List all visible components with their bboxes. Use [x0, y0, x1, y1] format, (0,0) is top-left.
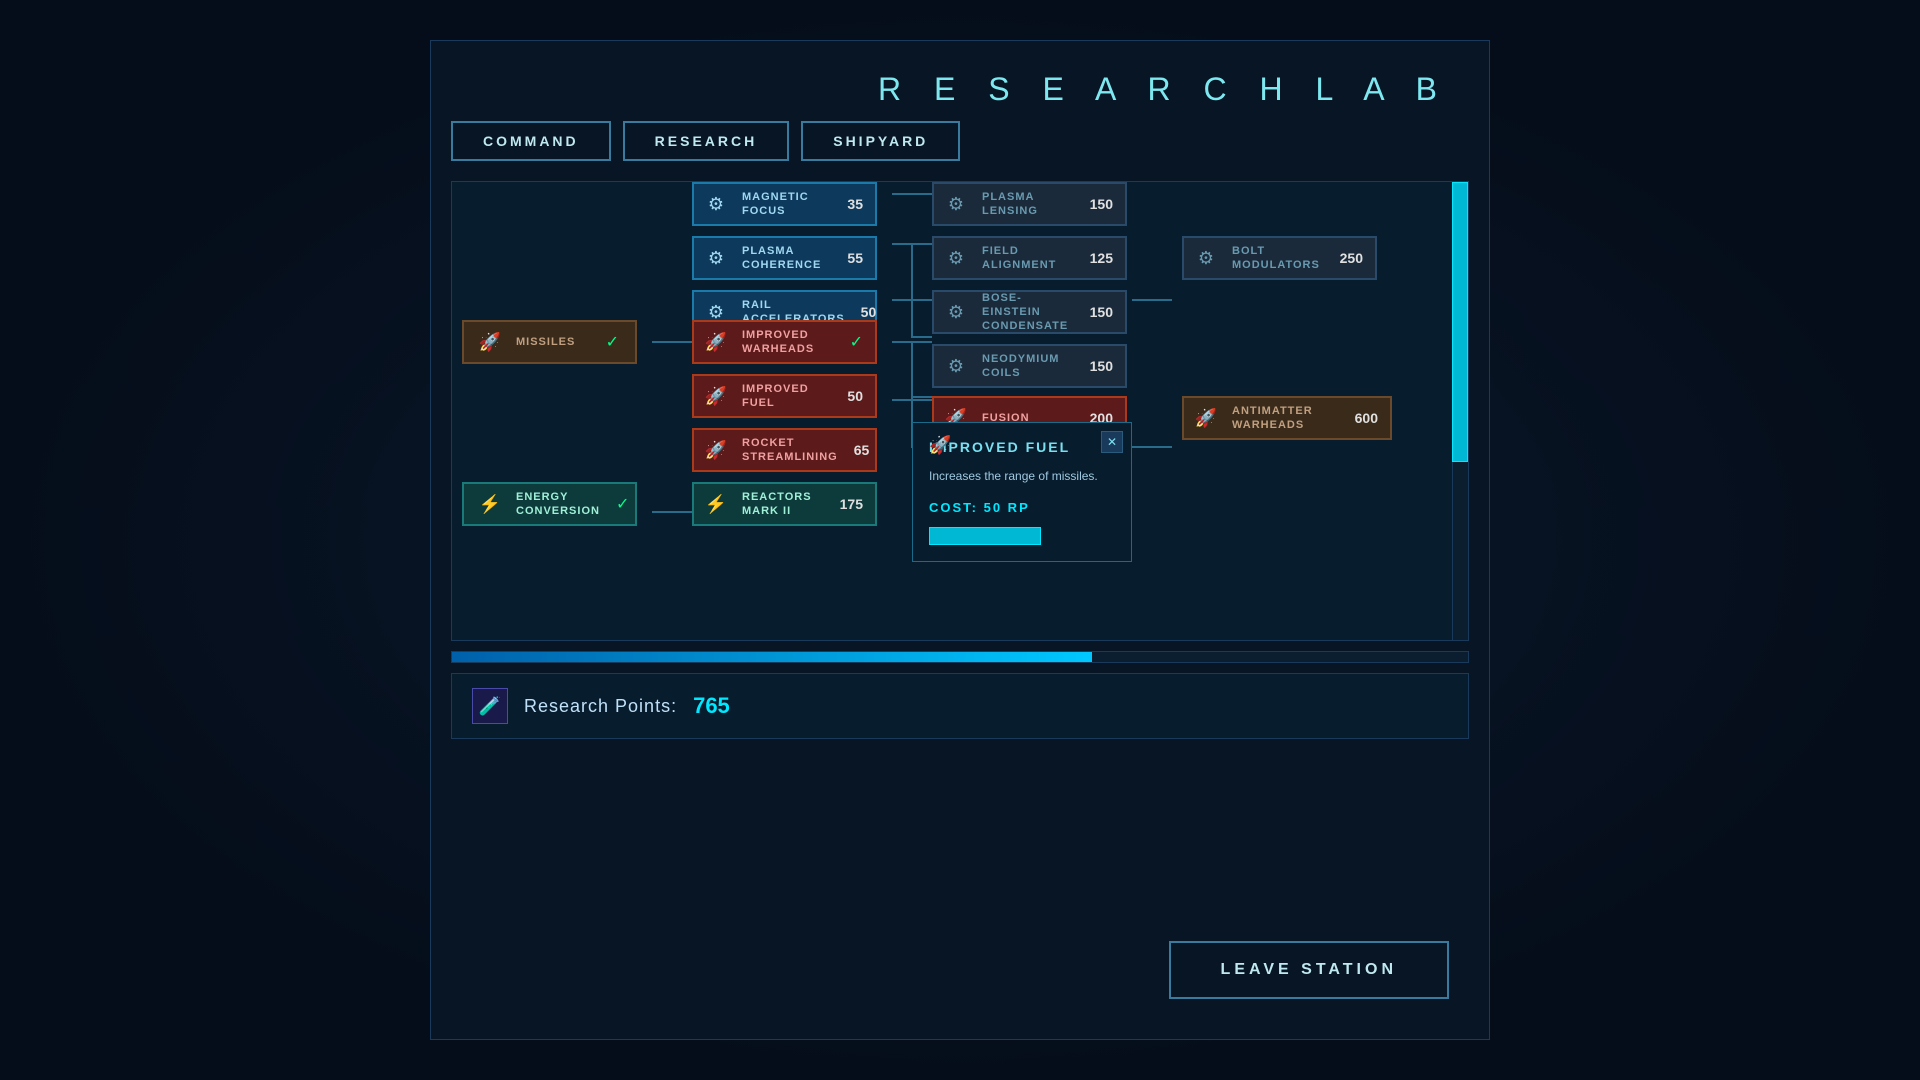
plasma-coherence-label: PLASMACOHERENCE [742, 244, 831, 273]
field-alignment-label: FIELDALIGNMENT [982, 244, 1074, 273]
research-points-label: Research Points: [524, 696, 677, 717]
antimatter-warheads-icon: 🚀 [1188, 400, 1224, 436]
tooltip-progress-bar [929, 527, 1041, 545]
tooltip-description: Increases the range of missiles. [929, 467, 1115, 486]
neodymium-coils-cost: 150 [1082, 358, 1121, 374]
node-rocket-streamlining[interactable]: 🚀 ROCKETSTREAMLINING 65 [692, 428, 877, 472]
node-reactors-mark-ii[interactable]: ⚡ REACTORSMARK II 175 [692, 482, 877, 526]
node-field-alignment[interactable]: ⚙ FIELDALIGNMENT 125 [932, 236, 1127, 280]
overall-progress-bar [451, 651, 1469, 663]
node-bose-einstein[interactable]: ⚙ BOSE-EINSTEINCONDENSATE 150 [932, 290, 1127, 334]
antimatter-warheads-label: ANTIMATTERWARHEADS [1232, 404, 1339, 433]
rocket-streamlining-cost: 65 [846, 442, 878, 458]
node-missiles[interactable]: 🚀 MISSILES ✓ [462, 320, 637, 364]
improved-warheads-check: ✓ [842, 332, 871, 352]
improved-fuel-cost: 50 [839, 388, 871, 404]
missiles-label: MISSILES [516, 335, 590, 349]
research-points-icon: 🧪 [472, 688, 508, 724]
reactors-mark-ii-label: REACTORSMARK II [742, 490, 824, 519]
tab-research[interactable]: RESEARCH [623, 121, 790, 161]
magnetic-focus-icon: ⚙ [698, 186, 734, 222]
main-panel: R E S E A R C H L A B COMMAND RESEARCH S… [430, 40, 1490, 1040]
progress-bar-fill [452, 652, 1092, 662]
node-bolt-modulators[interactable]: ⚙ BOLTMODULATORS 250 [1182, 236, 1377, 280]
node-improved-fuel[interactable]: 🚀 IMPROVEDFUEL 50 [692, 374, 877, 418]
rocket-streamlining-icon: 🚀 [698, 432, 734, 468]
plasma-coherence-icon: ⚙ [698, 240, 734, 276]
field-alignment-cost: 125 [1082, 250, 1121, 266]
node-improved-warheads[interactable]: 🚀 IMPROVEDWARHEADS ✓ [692, 320, 877, 364]
scrollbar-thumb[interactable] [1452, 182, 1468, 462]
plasma-lensing-icon: ⚙ [938, 186, 974, 222]
node-energy-conversion[interactable]: ⚡ ENERGYCONVERSION ✓ [462, 482, 637, 526]
field-alignment-icon: ⚙ [938, 240, 974, 276]
tooltip-cost: COST: 50 RP [929, 500, 1115, 515]
energy-conversion-label: ENERGYCONVERSION [516, 490, 600, 519]
missiles-check: ✓ [598, 332, 627, 352]
bolt-modulators-label: BOLTMODULATORS [1232, 244, 1324, 273]
outer-background: R E S E A R C H L A B COMMAND RESEARCH S… [0, 0, 1920, 1080]
improved-fuel-icon: 🚀 [698, 378, 734, 414]
reactors-mark-ii-icon: ⚡ [698, 486, 734, 522]
tab-bar: COMMAND RESEARCH SHIPYARD [451, 121, 1469, 161]
node-antimatter-warheads[interactable]: 🚀 ANTIMATTERWARHEADS 600 [1182, 396, 1392, 440]
neodymium-coils-label: NEODYMIUMCOILS [982, 352, 1074, 381]
tab-shipyard[interactable]: SHIPYARD [801, 121, 960, 161]
tab-command[interactable]: COMMAND [451, 121, 611, 161]
energy-conversion-check: ✓ [608, 494, 637, 514]
research-points-row: 🧪 Research Points: 765 [451, 673, 1469, 739]
research-inner: ⚙ MAGNETICFOCUS 35 ⚙ PLASMACOHERENCE 55 … [452, 182, 1468, 222]
reactors-mark-ii-cost: 175 [832, 496, 871, 512]
magnetic-focus-cost: 35 [839, 196, 871, 212]
research-area: ⚙ MAGNETICFOCUS 35 ⚙ PLASMACOHERENCE 55 … [451, 181, 1469, 641]
node-plasma-lensing[interactable]: ⚙ PLASMALENSING 150 [932, 182, 1127, 226]
bose-einstein-icon: ⚙ [938, 294, 974, 330]
missiles-icon: 🚀 [472, 324, 508, 360]
scrollbar-track[interactable] [1452, 182, 1468, 640]
tooltip-icon: 🚀 [929, 435, 951, 456]
bose-einstein-cost: 150 [1082, 304, 1121, 320]
plasma-lensing-label: PLASMALENSING [982, 190, 1074, 219]
improved-fuel-label: IMPROVEDFUEL [742, 382, 831, 411]
node-plasma-coherence[interactable]: ⚙ PLASMACOHERENCE 55 [692, 236, 877, 280]
plasma-lensing-cost: 150 [1082, 196, 1121, 212]
node-neodymium-coils[interactable]: ⚙ NEODYMIUMCOILS 150 [932, 344, 1127, 388]
magnetic-focus-label: MAGNETICFOCUS [742, 190, 831, 219]
plasma-coherence-cost: 55 [839, 250, 871, 266]
improved-warheads-icon: 🚀 [698, 324, 734, 360]
neodymium-coils-icon: ⚙ [938, 348, 974, 384]
improved-warheads-label: IMPROVEDWARHEADS [742, 328, 834, 357]
page-title: R E S E A R C H L A B [878, 71, 1449, 108]
tooltip-close-button[interactable]: ✕ [1101, 431, 1123, 453]
antimatter-warheads-cost: 600 [1347, 410, 1386, 426]
bose-einstein-label: BOSE-EINSTEINCONDENSATE [982, 291, 1074, 334]
node-magnetic-focus[interactable]: ⚙ MAGNETICFOCUS 35 [692, 182, 877, 226]
tooltip-title: IMPROVED FUEL [929, 439, 1115, 455]
rocket-streamlining-label: ROCKETSTREAMLINING [742, 436, 838, 465]
leave-station-button[interactable]: LEAVE STATION [1169, 941, 1449, 999]
research-points-value: 765 [693, 693, 730, 719]
tooltip-improved-fuel: 🚀 IMPROVED FUEL ✕ Increases the range of… [912, 422, 1132, 562]
bolt-modulators-cost: 250 [1332, 250, 1371, 266]
rail-accelerators-cost: 50 [853, 304, 885, 320]
bolt-modulators-icon: ⚙ [1188, 240, 1224, 276]
energy-conversion-icon: ⚡ [472, 486, 508, 522]
